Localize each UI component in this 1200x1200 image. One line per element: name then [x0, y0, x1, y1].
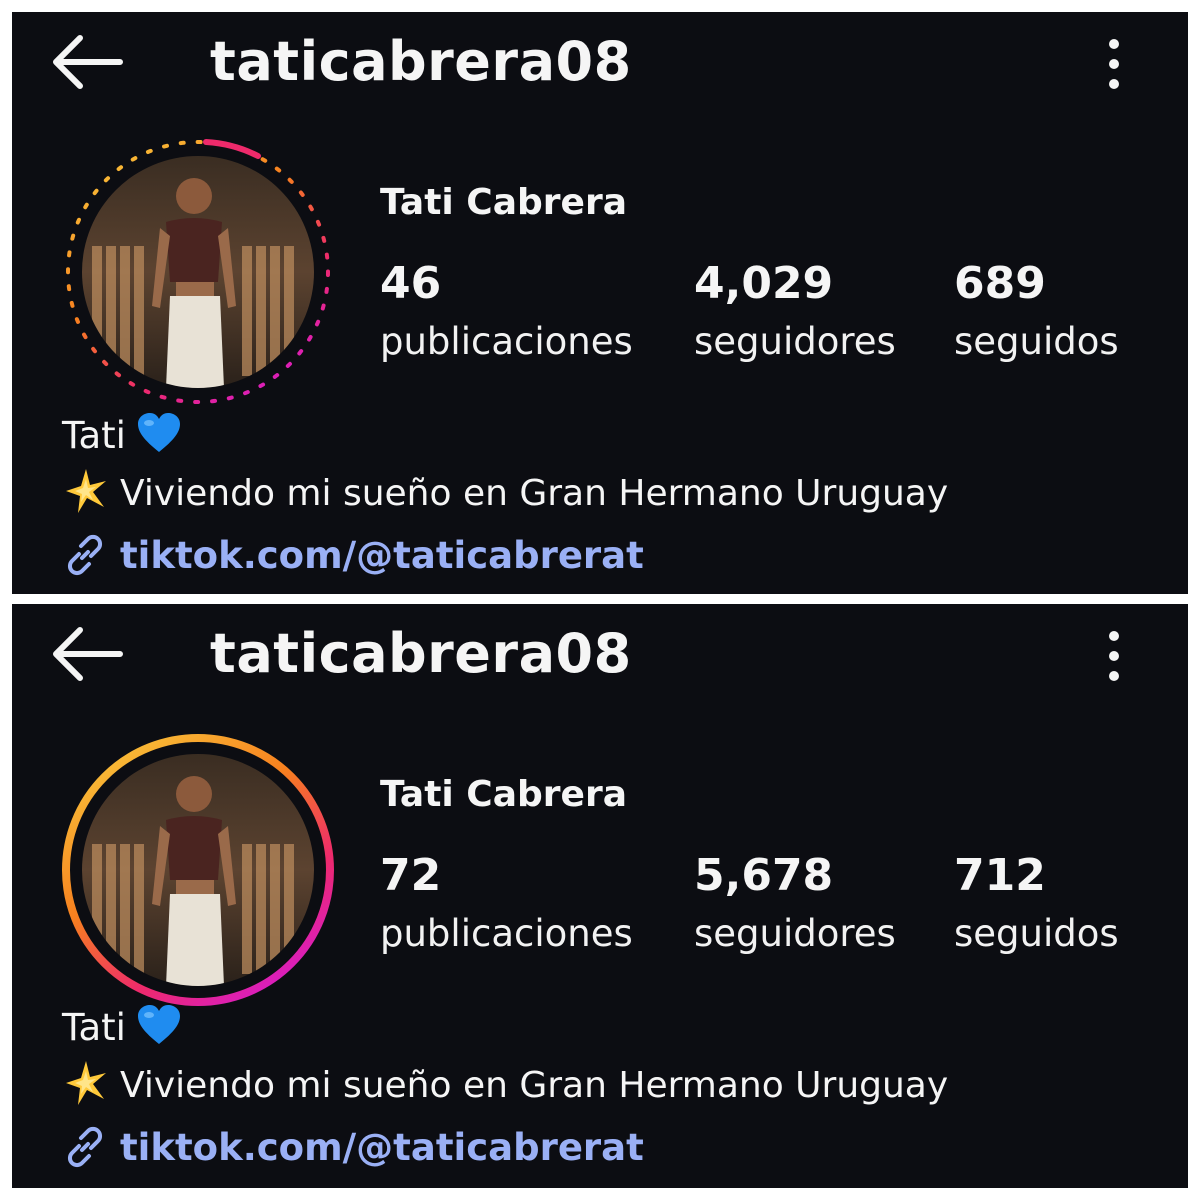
stat-followers-label: seguidores — [694, 912, 896, 955]
profile-username: taticabrera08 — [210, 622, 632, 685]
stat-followers[interactable]: 5,678 seguidores — [694, 846, 896, 962]
bio-text-line: Viviendo mi sueño en Gran Hermano Urugua… — [62, 466, 948, 522]
bio-link-text: tiktok.com/@taticabrerat — [120, 534, 644, 577]
profile-avatar[interactable] — [58, 730, 338, 1010]
kebab-menu-icon[interactable] — [1102, 618, 1126, 692]
display-name: Tati Cabrera — [380, 182, 627, 223]
bio-text: Viviendo mi sueño en Gran Hermano Urugua… — [120, 1065, 949, 1106]
stat-following[interactable]: 712 seguidos — [954, 846, 1119, 962]
arrow-left-icon[interactable] — [50, 34, 124, 90]
stat-following-label: seguidos — [954, 912, 1119, 955]
stat-posts-value: 46 — [380, 258, 442, 309]
stat-posts[interactable]: 46 publicaciones — [380, 254, 633, 370]
stat-posts[interactable]: 72 publicaciones — [380, 846, 633, 962]
bio-link[interactable]: tiktok.com/@taticabrerat — [62, 528, 644, 584]
profile-panel-before: taticabrera08 Tati Cabrera 46 publicacio… — [12, 12, 1188, 594]
bio-name: Tati — [62, 1006, 126, 1049]
profile-photo — [82, 156, 314, 388]
blue-heart-icon — [137, 413, 180, 452]
link-icon — [67, 1126, 103, 1168]
profile-avatar[interactable] — [58, 132, 338, 412]
bio-link-text: tiktok.com/@taticabrerat — [120, 1126, 644, 1169]
stat-followers[interactable]: 4,029 seguidores — [694, 254, 896, 370]
sparkle-star-icon — [66, 469, 106, 513]
stat-posts-label: publicaciones — [380, 912, 633, 955]
bio-name-line: Tati — [62, 408, 182, 464]
bio-name-line: Tati — [62, 1000, 182, 1056]
stat-following-value: 712 — [954, 850, 1046, 901]
link-icon — [67, 534, 103, 576]
profile-panel-after: taticabrera08 Tati Cabrera 72 publicacio… — [12, 604, 1188, 1188]
kebab-menu-icon[interactable] — [1102, 26, 1126, 100]
stat-followers-value: 5,678 — [694, 850, 834, 901]
display-name: Tati Cabrera — [380, 774, 627, 815]
profile-username: taticabrera08 — [210, 30, 632, 93]
bio-link[interactable]: tiktok.com/@taticabrerat — [62, 1120, 644, 1176]
sparkle-star-icon — [66, 1061, 106, 1105]
bio-name: Tati — [62, 414, 126, 457]
stat-followers-label: seguidores — [694, 320, 896, 363]
stat-following[interactable]: 689 seguidos — [954, 254, 1119, 370]
bio-text-line: Viviendo mi sueño en Gran Hermano Urugua… — [62, 1058, 948, 1114]
blue-heart-icon — [137, 1005, 180, 1044]
stat-followers-value: 4,029 — [694, 258, 834, 309]
bio-text: Viviendo mi sueño en Gran Hermano Urugua… — [120, 473, 949, 514]
stat-posts-label: publicaciones — [380, 320, 633, 363]
profile-photo — [82, 754, 314, 986]
stat-following-value: 689 — [954, 258, 1046, 309]
stat-posts-value: 72 — [380, 850, 442, 901]
arrow-left-icon[interactable] — [50, 626, 124, 682]
stat-following-label: seguidos — [954, 320, 1119, 363]
